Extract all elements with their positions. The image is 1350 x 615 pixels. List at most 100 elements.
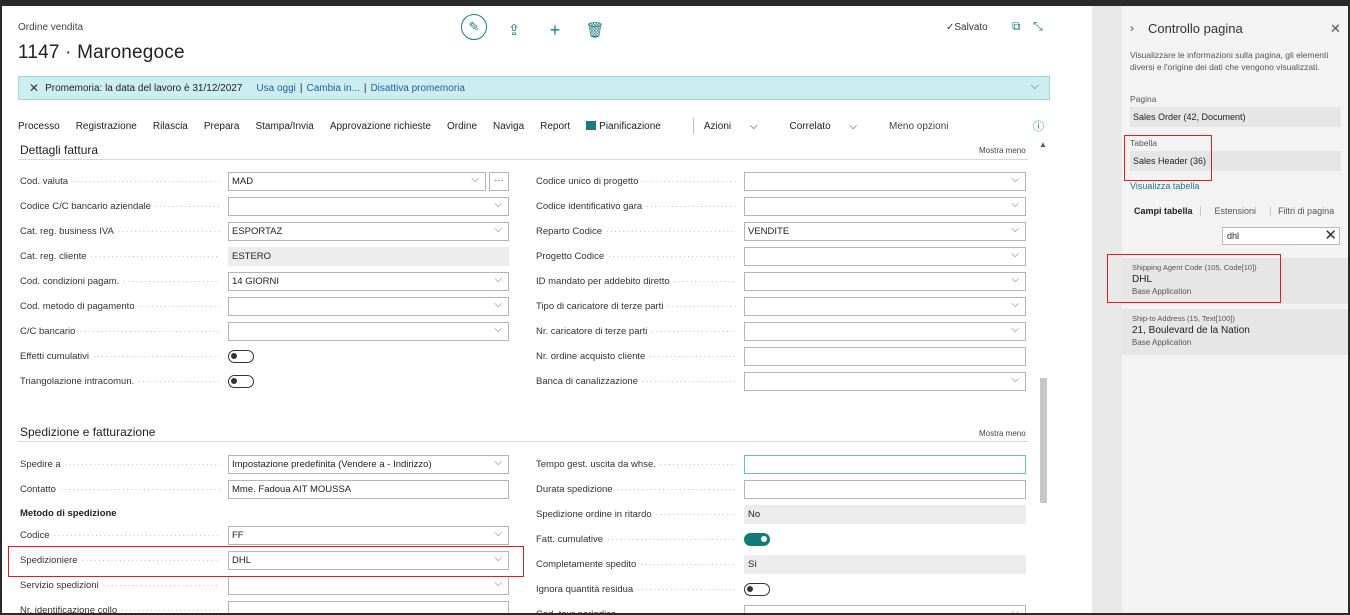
leader-dots: ········································… bbox=[606, 534, 736, 545]
banner-link-change[interactable]: Cambia in... bbox=[306, 83, 359, 94]
field-cod-condizioni-pagam[interactable]: 14 GIORNI ⌵ bbox=[228, 272, 509, 291]
share-icon: ⇪ bbox=[507, 22, 521, 39]
menu-stampa-invia[interactable]: Stampa/Invia bbox=[255, 121, 313, 132]
menu-processo[interactable]: Processo bbox=[18, 121, 60, 132]
menu-prepara[interactable]: Prepara bbox=[204, 121, 240, 132]
result-source: Base Application bbox=[1132, 338, 1192, 347]
field-label-fatt-cumulative: Fatt. cumulative ·······················… bbox=[536, 534, 736, 545]
panel-title: Controllo pagina bbox=[1148, 21, 1243, 36]
leader-dots: ········································… bbox=[59, 484, 220, 495]
chevron-down-icon[interactable]: ⌵ bbox=[494, 324, 502, 335]
field-label-cod-metodo-di-pagamento: Cod. metodo di pagamento ···············… bbox=[20, 301, 220, 312]
menu-approvazione[interactable]: Approvazione richieste bbox=[330, 121, 431, 132]
field-tempo-gest-uscita-da-whse[interactable] bbox=[744, 455, 1026, 474]
close-icon[interactable]: ✕ bbox=[29, 81, 39, 95]
ellipsis-icon[interactable]: ··· bbox=[489, 172, 509, 191]
chevron-down-icon[interactable]: ⌵ bbox=[1011, 324, 1019, 335]
chevron-down-icon[interactable]: ⌵ bbox=[471, 174, 479, 185]
field-servizio-spedizioni[interactable]: ⌵ bbox=[228, 576, 509, 595]
chevron-down-icon[interactable]: ⌵ bbox=[494, 457, 502, 468]
menu-meno-opzioni[interactable]: Meno opzioni bbox=[889, 121, 948, 132]
chevron-down-icon[interactable]: ⌵ bbox=[494, 274, 502, 285]
delete-button[interactable]: 🗑 bbox=[583, 18, 607, 42]
tab-table-fields[interactable]: Campi tabella bbox=[1127, 206, 1201, 216]
tab-page-filters[interactable]: Filtri di pagina bbox=[1271, 206, 1341, 216]
chevron-down-icon[interactable]: ⌵ bbox=[494, 299, 502, 310]
chevron-down-icon[interactable]: ⌵ bbox=[1011, 249, 1019, 260]
menu-pianificazione[interactable]: Pianificazione bbox=[586, 120, 677, 132]
close-icon[interactable]: ✕ bbox=[1330, 21, 1341, 37]
section-divider bbox=[18, 441, 1028, 442]
menu-ordine[interactable]: Ordine bbox=[447, 121, 477, 132]
open-new-window-button[interactable]: ⧉ bbox=[1012, 19, 1021, 34]
field-banca-di-canalizzazione[interactable]: ⌵ bbox=[744, 372, 1026, 391]
clear-search-icon[interactable]: ✕ bbox=[1324, 226, 1337, 244]
field-c-c-bancario[interactable]: ⌵ bbox=[228, 322, 509, 341]
field-cod-metodo-di-pagamento[interactable]: ⌵ bbox=[228, 297, 509, 316]
chevron-down-icon[interactable]: ⌵ bbox=[1011, 224, 1019, 235]
field-cod-tour-periodico[interactable]: ⌵ bbox=[744, 605, 1026, 613]
field-label-tipo-di-caricatore-di-terze-parti: Tipo di caricatore di terze parti ······… bbox=[536, 301, 736, 312]
field-nr-identificazione-collo[interactable] bbox=[228, 601, 509, 613]
menu-rilascia[interactable]: Rilascia bbox=[153, 121, 188, 132]
menu-report[interactable]: Report bbox=[540, 121, 570, 132]
field-codice-c-c-bancario-aziendale[interactable]: ⌵ bbox=[228, 197, 509, 216]
chevron-down-icon[interactable]: ⌵ bbox=[494, 578, 502, 589]
main-page: Ordine vendita 1147 · Maronegoce ✎ ⇪ + 🗑… bbox=[2, 6, 1092, 613]
field-codice[interactable]: FF ⌵ bbox=[228, 526, 509, 545]
panel-gutter bbox=[1092, 6, 1122, 613]
banner-link-use-today[interactable]: Usa oggi bbox=[256, 83, 295, 94]
banner-link-disable[interactable]: Disattiva promemoria bbox=[370, 83, 464, 94]
share-button[interactable]: ⇪ bbox=[502, 18, 526, 42]
chevron-right-icon[interactable]: › bbox=[1130, 21, 1134, 35]
page-scrollbar[interactable]: ▲ bbox=[1038, 138, 1048, 613]
collapse-button[interactable]: ⤡ bbox=[1033, 19, 1043, 34]
field-cat-reg-business-iva[interactable]: ESPORTAZ ⌵ bbox=[228, 222, 509, 241]
chevron-down-icon[interactable]: ⌵ bbox=[494, 528, 502, 539]
field-nr-caricatore-di-terze-parti[interactable]: ⌵ bbox=[744, 322, 1026, 341]
toggle-triangolazione-intracomun[interactable] bbox=[228, 375, 254, 388]
menu-azioni[interactable]: Azioni ⌵ bbox=[704, 121, 774, 132]
menu-naviga[interactable]: Naviga bbox=[493, 121, 524, 132]
toggle-fatt-cumulative[interactable] bbox=[744, 533, 770, 546]
field-durata-spedizione[interactable] bbox=[744, 480, 1026, 499]
toggle-ignora-quantita-residua[interactable] bbox=[744, 583, 770, 596]
scrollbar-thumb[interactable] bbox=[1040, 378, 1047, 503]
field-contatto[interactable]: Mme. Fadoua AIT MOUSSA bbox=[228, 480, 509, 499]
result-field-name: Ship-to Address (15, Text[100]) bbox=[1132, 314, 1235, 323]
chevron-down-icon[interactable]: ⌵ bbox=[494, 199, 502, 210]
field-tipo-di-caricatore-di-terze-parti[interactable]: ⌵ bbox=[744, 297, 1026, 316]
field-search-input[interactable]: dhl ✕ bbox=[1222, 227, 1340, 245]
chevron-down-icon[interactable]: ⌵ bbox=[1011, 607, 1019, 613]
field-id-mandato-per-addebito-diretto[interactable]: ⌵ bbox=[744, 272, 1026, 291]
menu-correlato[interactable]: Correlato ⌵ bbox=[790, 121, 874, 132]
field-cod-valuta[interactable]: MAD ⌵ bbox=[228, 172, 486, 191]
chevron-down-icon[interactable]: ⌵ bbox=[1011, 199, 1019, 210]
chevron-down-icon[interactable]: ⌵ bbox=[1011, 174, 1019, 185]
chevron-down-icon[interactable]: ⌵ bbox=[1011, 274, 1019, 285]
leader-dots: ········································… bbox=[90, 251, 220, 262]
field-reparto-codice[interactable]: VENDITE ⌵ bbox=[744, 222, 1026, 241]
chevron-down-icon[interactable]: ⌵ bbox=[494, 224, 502, 235]
field-codice-identificativo-gara[interactable]: ⌵ bbox=[744, 197, 1026, 216]
view-table-link[interactable]: Visualizza tabella bbox=[1130, 181, 1199, 191]
toggle-effetti-cumulativi[interactable] bbox=[228, 350, 254, 363]
highlight-box-result bbox=[1107, 254, 1281, 303]
field-spedire-a[interactable]: Impostazione predefinita (Vendere a - In… bbox=[228, 455, 509, 474]
result-card[interactable]: Ship-to Address (15, Text[100]) 21, Boul… bbox=[1122, 309, 1348, 355]
chevron-down-icon[interactable]: ⌵ bbox=[1011, 374, 1019, 385]
edit-button[interactable]: ✎ bbox=[461, 14, 487, 40]
field-progetto-codice[interactable]: ⌵ bbox=[744, 247, 1026, 266]
field-codice-unico-di-progetto[interactable]: ⌵ bbox=[744, 172, 1026, 191]
menu-registrazione[interactable]: Registrazione bbox=[76, 121, 137, 132]
scroll-up-icon[interactable]: ▲ bbox=[1039, 140, 1047, 149]
field-nr-ordine-acquisto-cliente[interactable] bbox=[744, 347, 1026, 366]
field-label-ignora-quantita-residua: Ignora quantità residua ················… bbox=[536, 584, 736, 595]
chevron-down-icon[interactable]: ⌵ bbox=[1031, 80, 1039, 93]
chevron-down-icon[interactable]: ⌵ bbox=[1011, 299, 1019, 310]
tab-extensions[interactable]: Estensioni bbox=[1201, 206, 1272, 216]
new-button[interactable]: + bbox=[543, 18, 567, 42]
show-less-invoice[interactable]: Mostra meno bbox=[979, 146, 1026, 155]
info-icon[interactable]: ⓘ bbox=[1033, 118, 1044, 134]
show-less-shipping[interactable]: Mostra meno bbox=[979, 429, 1026, 438]
